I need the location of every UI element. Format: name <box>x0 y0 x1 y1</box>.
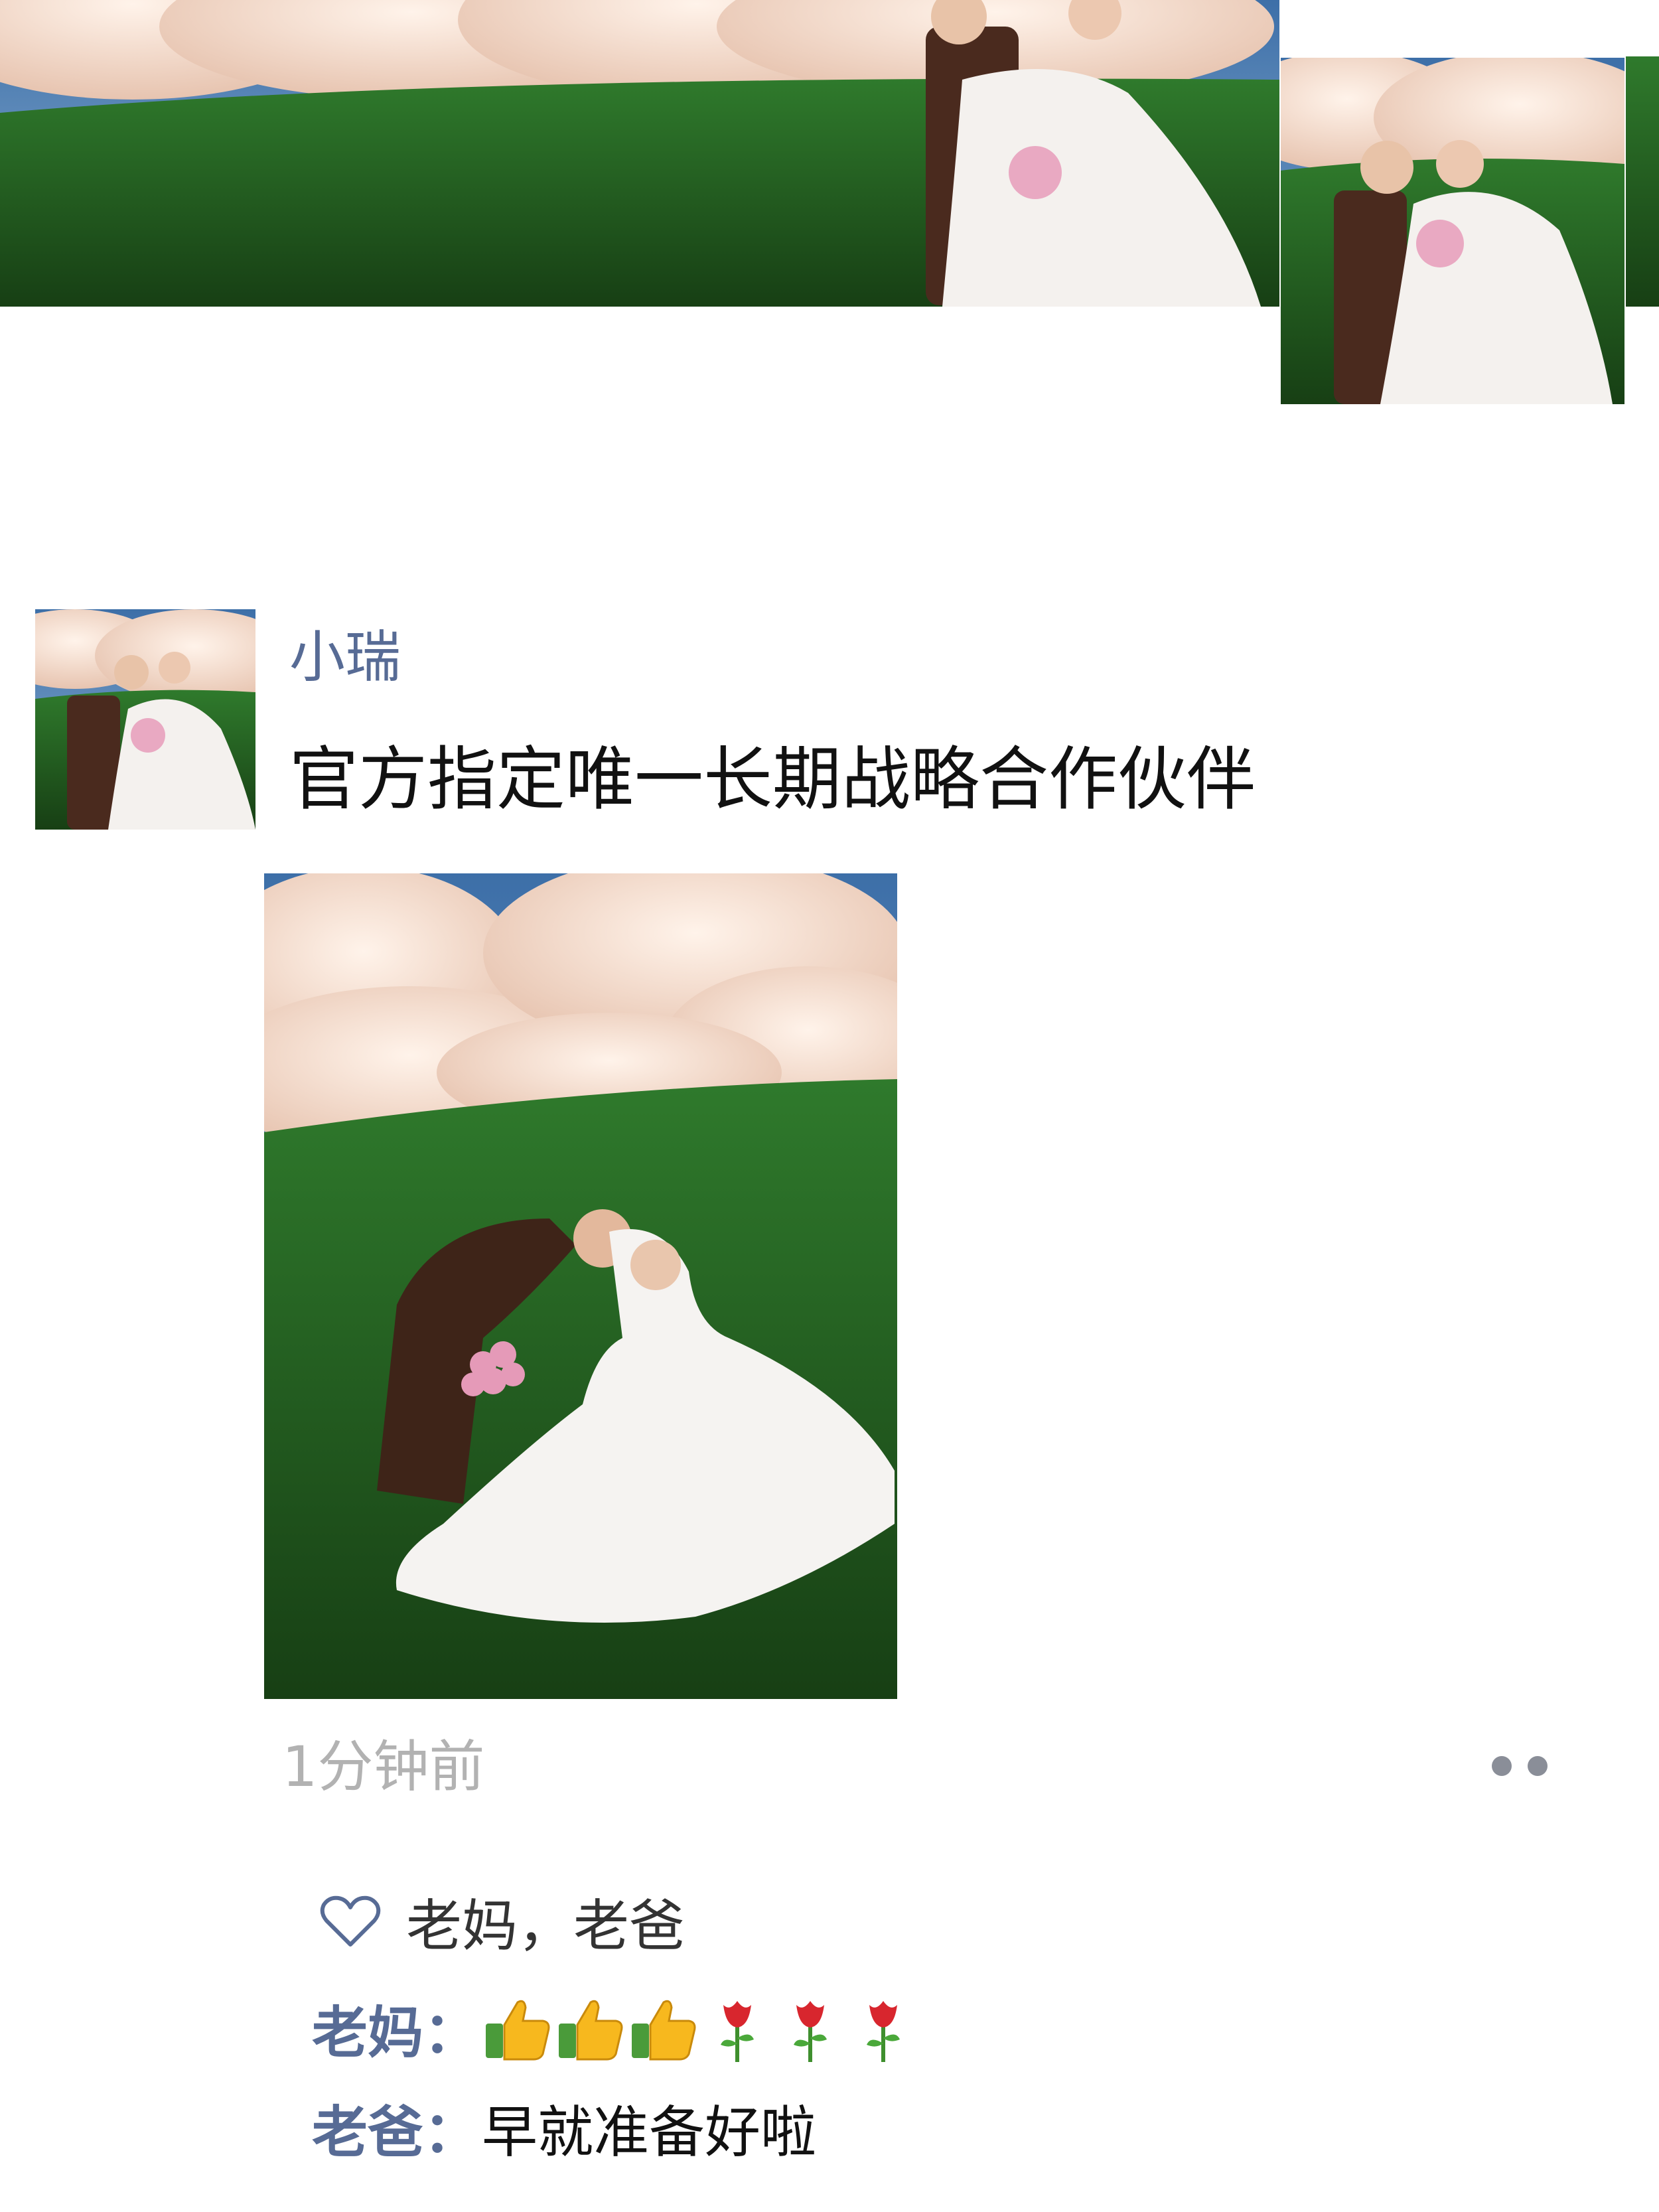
thumbs-up-emoji-icon <box>559 2000 623 2061</box>
poster-avatar[interactable] <box>35 609 255 830</box>
post-photo[interactable] <box>264 873 897 1699</box>
cover-photo[interactable] <box>0 0 1279 307</box>
rose-emoji-icon <box>867 2001 901 2062</box>
thumbs-up-emoji-icon <box>632 2000 696 2061</box>
comment-separator: ： <box>423 2099 480 2165</box>
rose-emoji-icon <box>794 2001 828 2062</box>
comment-author[interactable]: 老妈 <box>312 1988 423 2069</box>
poster-username[interactable]: 小瑞 <box>289 629 401 685</box>
comment-author[interactable]: 老爸 <box>312 2088 423 2168</box>
post-text: 官方指定唯一长期战略合作伙伴 <box>289 739 1256 820</box>
comment-emoji-content <box>482 1992 920 2065</box>
more-options-button[interactable] <box>1485 1747 1554 1785</box>
own-avatar[interactable] <box>1279 56 1626 406</box>
heart-icon <box>320 1895 381 1947</box>
comment-text: 早就准备好啦 <box>482 2099 817 2165</box>
thumbs-up-emoji-icon <box>486 2000 550 2061</box>
cover-photo-edge <box>1626 56 1659 307</box>
likes-row: 老妈，老爸 <box>320 1885 685 1958</box>
comment-separator: ： <box>423 1999 480 2065</box>
more-dot-icon <box>1492 1756 1512 1776</box>
more-dot-icon <box>1528 1756 1548 1776</box>
comment-item[interactable]: 老妈 ： <box>312 1988 920 2068</box>
rose-emoji-icon <box>721 2001 755 2062</box>
comment-item[interactable]: 老爸 ： 早就准备好啦 <box>312 2088 816 2168</box>
post-timestamp: 1分钟前 <box>282 1734 485 1799</box>
likes-names[interactable]: 老妈，老爸 <box>406 1881 685 1962</box>
